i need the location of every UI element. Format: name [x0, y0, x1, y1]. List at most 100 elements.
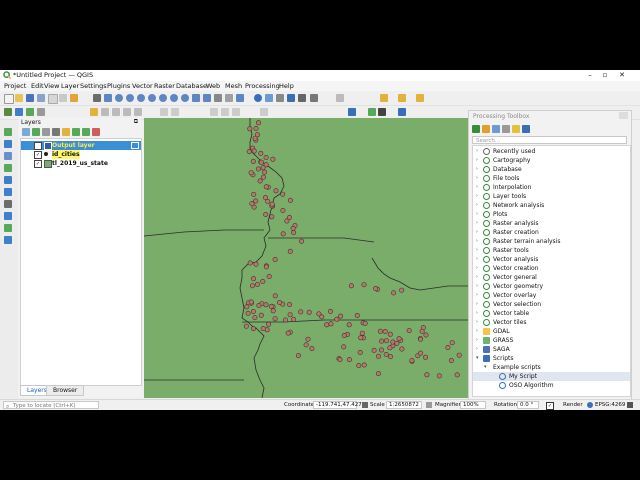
- add-wms-icon[interactable]: [4, 200, 12, 208]
- pin-label-icon[interactable]: [398, 94, 406, 102]
- add-mesh-layer-icon[interactable]: [4, 152, 12, 160]
- zoom-rubberband-icon[interactable]: [137, 94, 145, 102]
- menu-processing[interactable]: Processing: [245, 82, 280, 90]
- add-vector-icon[interactable]: [26, 108, 34, 116]
- toolbox-item[interactable]: › Vector tiles: [473, 318, 630, 327]
- toolbox-item[interactable]: › Vector creation: [473, 264, 630, 273]
- save-as-icon[interactable]: [37, 94, 45, 102]
- chevron-right-icon[interactable]: ›: [476, 237, 478, 246]
- toolbox-item[interactable]: › Raster analysis: [473, 219, 630, 228]
- add-raster-layer-icon[interactable]: [4, 140, 12, 148]
- rotation-field[interactable]: 0.0 °: [517, 401, 539, 409]
- maximize-button[interactable]: ▫: [598, 70, 612, 80]
- messages-icon[interactable]: [627, 402, 633, 408]
- edit-features-in-place-icon[interactable]: [502, 125, 510, 133]
- identify-icon[interactable]: [265, 94, 273, 102]
- manage-visibility-icon[interactable]: [42, 128, 50, 136]
- chevron-right-icon[interactable]: ›: [476, 174, 478, 183]
- layer-indicator-icon[interactable]: [131, 142, 139, 149]
- menu-help[interactable]: Help: [279, 82, 294, 90]
- chevron-right-icon[interactable]: ›: [476, 246, 478, 255]
- expand-all-icon[interactable]: [72, 128, 80, 136]
- toolbox-item[interactable]: › GRASS: [473, 336, 630, 345]
- label-toolbar-icon[interactable]: [221, 108, 229, 116]
- add-vector-layer-icon[interactable]: [4, 128, 12, 136]
- menu-database[interactable]: Database: [176, 82, 207, 90]
- open-table-icon[interactable]: [276, 94, 284, 102]
- toolbox-item[interactable]: ▾ Scripts: [473, 354, 630, 363]
- lock-icon[interactable]: [426, 402, 432, 408]
- tab-browser[interactable]: Browser: [46, 385, 85, 396]
- toolbox-item[interactable]: › Network analysis: [473, 201, 630, 210]
- chevron-right-icon[interactable]: ›: [476, 192, 478, 201]
- style-manager-icon[interactable]: [70, 94, 78, 102]
- add-raster-icon[interactable]: [37, 108, 45, 116]
- chevron-right-icon[interactable]: ›: [476, 228, 478, 237]
- menu-vector[interactable]: Vector: [132, 82, 153, 90]
- plugin-icon[interactable]: [368, 108, 376, 116]
- toolbox-item[interactable]: › Raster tools: [473, 246, 630, 255]
- results-icon[interactable]: [492, 125, 500, 133]
- label-icon[interactable]: [380, 94, 388, 102]
- render-checkbox[interactable]: ✓: [546, 402, 554, 410]
- toolbox-item[interactable]: › Cartography: [473, 156, 630, 165]
- chevron-right-icon[interactable]: ›: [476, 318, 478, 327]
- map-canvas[interactable]: [144, 118, 468, 398]
- chevron-right-icon[interactable]: ›: [476, 147, 478, 156]
- bookmark-icon[interactable]: [236, 94, 244, 102]
- chevron-right-icon[interactable]: ›: [476, 210, 478, 219]
- plugin-tool-icon[interactable]: [378, 108, 386, 116]
- chevron-right-icon[interactable]: ›: [476, 291, 478, 300]
- delete-feature-icon[interactable]: [134, 108, 142, 116]
- chevron-right-icon[interactable]: ›: [476, 273, 478, 282]
- save-edits-icon[interactable]: [101, 108, 109, 116]
- menu-mesh[interactable]: Mesh: [225, 82, 242, 90]
- toolbox-item[interactable]: › Layer tools: [473, 192, 630, 201]
- zoom-layer-icon[interactable]: [170, 94, 178, 102]
- toolbox-item[interactable]: › Vector table: [473, 309, 630, 318]
- magnifier-field[interactable]: 100%: [460, 401, 486, 409]
- close-toolbox-icon[interactable]: [619, 112, 628, 119]
- chevron-right-icon[interactable]: ›: [476, 336, 478, 345]
- select-features-icon[interactable]: [336, 94, 344, 102]
- toolbox-item[interactable]: › Vector general: [473, 273, 630, 282]
- menu-layer[interactable]: Layer: [61, 82, 79, 90]
- diagram-icon[interactable]: [416, 94, 424, 102]
- redo-icon[interactable]: [171, 108, 179, 116]
- layer-visibility-checkbox[interactable]: ✓: [34, 160, 42, 168]
- toolbox-item[interactable]: › Database: [473, 165, 630, 174]
- chevron-right-icon[interactable]: ›: [476, 345, 478, 354]
- toolbox-item[interactable]: › GDAL: [473, 327, 630, 336]
- toolbox-search-input[interactable]: Search...: [472, 136, 627, 144]
- chevron-right-icon[interactable]: ›: [476, 327, 478, 336]
- layer-row-id-cities[interactable]: ✓ id_cities: [21, 150, 141, 159]
- toolbox-item[interactable]: OSO Algorithm: [473, 381, 630, 390]
- scale-field[interactable]: 1:2650872: [386, 401, 422, 409]
- sigma-icon[interactable]: [298, 94, 306, 102]
- add-spatialite-icon[interactable]: [4, 176, 12, 184]
- close-panel-icon[interactable]: ⧉: [134, 118, 138, 126]
- menu-plugins[interactable]: Plugins: [107, 82, 130, 90]
- toolbox-item[interactable]: › Raster terrain analysis: [473, 237, 630, 246]
- toolbox-item[interactable]: › SAGA: [473, 345, 630, 354]
- zoom-selection-icon[interactable]: [159, 94, 167, 102]
- toolbox-item[interactable]: › Raster creation: [473, 228, 630, 237]
- crs-label[interactable]: EPSG:4269: [595, 401, 625, 410]
- new-map-view-icon[interactable]: [214, 94, 222, 102]
- zoom-full-icon[interactable]: [148, 94, 156, 102]
- chevron-right-icon[interactable]: ›: [476, 309, 478, 318]
- help-icon[interactable]: [398, 108, 406, 116]
- lock-scale-icon[interactable]: [362, 402, 368, 408]
- menu-settings[interactable]: Settings: [80, 82, 107, 90]
- options-icon[interactable]: [522, 125, 530, 133]
- chevron-down-icon[interactable]: ▾: [476, 354, 479, 363]
- zoom-out-icon[interactable]: [126, 94, 134, 102]
- chevron-down-icon[interactable]: ▾: [484, 363, 487, 372]
- new-print-layout-icon[interactable]: [48, 94, 58, 104]
- layer-visibility-checkbox[interactable]: ✓: [34, 142, 42, 150]
- gear-icon[interactable]: [287, 94, 295, 102]
- toolbox-item[interactable]: ▾ Example scripts: [473, 363, 630, 372]
- menu-raster[interactable]: Raster: [154, 82, 175, 90]
- add-layer-icon[interactable]: [15, 108, 23, 116]
- zoom-in-icon[interactable]: [115, 94, 123, 102]
